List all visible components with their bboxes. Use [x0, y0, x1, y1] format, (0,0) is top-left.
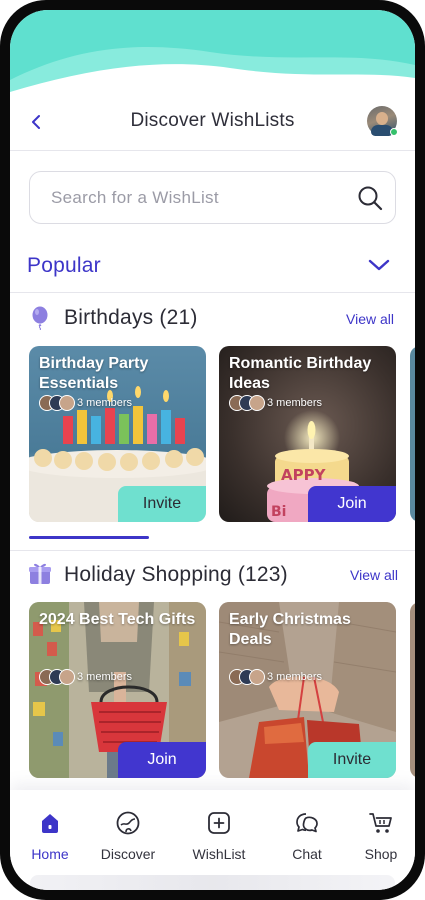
add-square-icon — [208, 812, 230, 834]
svg-text:APPY: APPY — [281, 466, 327, 484]
join-button[interactable]: Join — [308, 486, 396, 522]
home-icon — [42, 814, 58, 833]
members-count: 3 members — [77, 671, 133, 683]
card-title: Romantic Birthday Ideas — [229, 355, 372, 392]
search-icon[interactable] — [357, 185, 383, 211]
tab-shop[interactable]: Shop — [341, 810, 415, 870]
search-placeholder: Search for a WishList — [51, 188, 219, 207]
member-avatar — [249, 395, 265, 411]
members-count: 3 members — [267, 397, 323, 409]
category-title-birthdays: Birthdays (21) — [64, 306, 198, 329]
search-input[interactable]: Search for a WishList — [29, 171, 396, 224]
discover-icon — [116, 811, 140, 835]
wishlist-card-best-tech-gifts[interactable]: 2024 Best Tech Gifts 3 members Join — [29, 602, 206, 778]
header-wave-decoration — [10, 10, 415, 110]
tab-wishlist[interactable]: WishList — [179, 810, 259, 870]
phone-frame: Discover WishLists Search for a WishList… — [0, 0, 425, 900]
chevron-down-icon[interactable] — [366, 254, 392, 276]
tab-home[interactable]: Home — [10, 810, 90, 870]
page-title: Discover WishLists — [130, 110, 295, 131]
card-title: 2024 Best Tech Gifts — [39, 611, 196, 628]
balloon-icon — [32, 306, 48, 330]
popular-section-title[interactable]: Popular — [27, 254, 101, 278]
view-all-holiday-link[interactable]: View all — [350, 567, 398, 583]
tab-shop-label: Shop — [364, 846, 398, 862]
popular-divider — [10, 292, 415, 293]
avatar-face — [376, 112, 388, 125]
cart-icon — [369, 813, 392, 833]
online-status-indicator — [390, 128, 398, 136]
svg-text:Bi: Bi — [271, 504, 286, 520]
view-all-birthdays-link[interactable]: View all — [346, 311, 394, 327]
tab-wishlist-label: WishList — [192, 846, 246, 862]
gift-icon — [29, 563, 51, 584]
members-count: 3 members — [77, 397, 133, 409]
card-members: 3 members — [39, 395, 189, 413]
next-card-peek[interactable] — [410, 346, 415, 522]
home-indicator-shadow — [30, 875, 395, 890]
wishlist-card-early-christmas-deals[interactable]: Early Christmas Deals 3 members Invite — [219, 602, 396, 778]
tab-chat[interactable]: Chat — [267, 810, 347, 870]
card-title: Early Christmas Deals — [229, 611, 351, 648]
tab-home-label: Home — [31, 846, 69, 862]
user-avatar[interactable] — [367, 106, 398, 136]
section-divider — [10, 550, 415, 551]
category-title-holiday-shopping: Holiday Shopping (123) — [64, 563, 288, 586]
tab-chat-label: Chat — [292, 846, 322, 862]
card-members: 3 members — [229, 395, 379, 413]
member-avatar — [59, 395, 75, 411]
next-card-peek[interactable] — [410, 602, 415, 778]
invite-button[interactable]: Invite — [118, 486, 206, 522]
tab-discover[interactable]: Discover — [88, 810, 168, 870]
members-count: 3 members — [267, 671, 323, 683]
card-members: 3 members — [229, 669, 379, 687]
header-divider — [10, 150, 415, 151]
card-title: Birthday Party Essentials — [39, 355, 149, 392]
invite-button[interactable]: Invite — [308, 742, 396, 778]
wishlist-card-romantic-birthday-ideas[interactable]: APPY Bi Romantic Birthday Ideas 3 member… — [219, 346, 396, 522]
chevron-left-icon — [32, 115, 40, 129]
app-header: Discover WishLists — [10, 96, 415, 148]
wishlist-card-birthday-party-essentials[interactable]: Birthday Party Essentials 3 members Invi… — [29, 346, 206, 522]
member-avatar — [249, 669, 265, 685]
card-members: 3 members — [39, 669, 189, 687]
app-screen: Discover WishLists Search for a WishList… — [10, 10, 415, 890]
carousel-progress-indicator — [29, 536, 149, 539]
chat-icon — [296, 813, 318, 833]
tab-discover-label: Discover — [100, 846, 156, 862]
member-avatar — [59, 669, 75, 685]
join-button[interactable]: Join — [118, 742, 206, 778]
back-button[interactable] — [24, 108, 48, 136]
